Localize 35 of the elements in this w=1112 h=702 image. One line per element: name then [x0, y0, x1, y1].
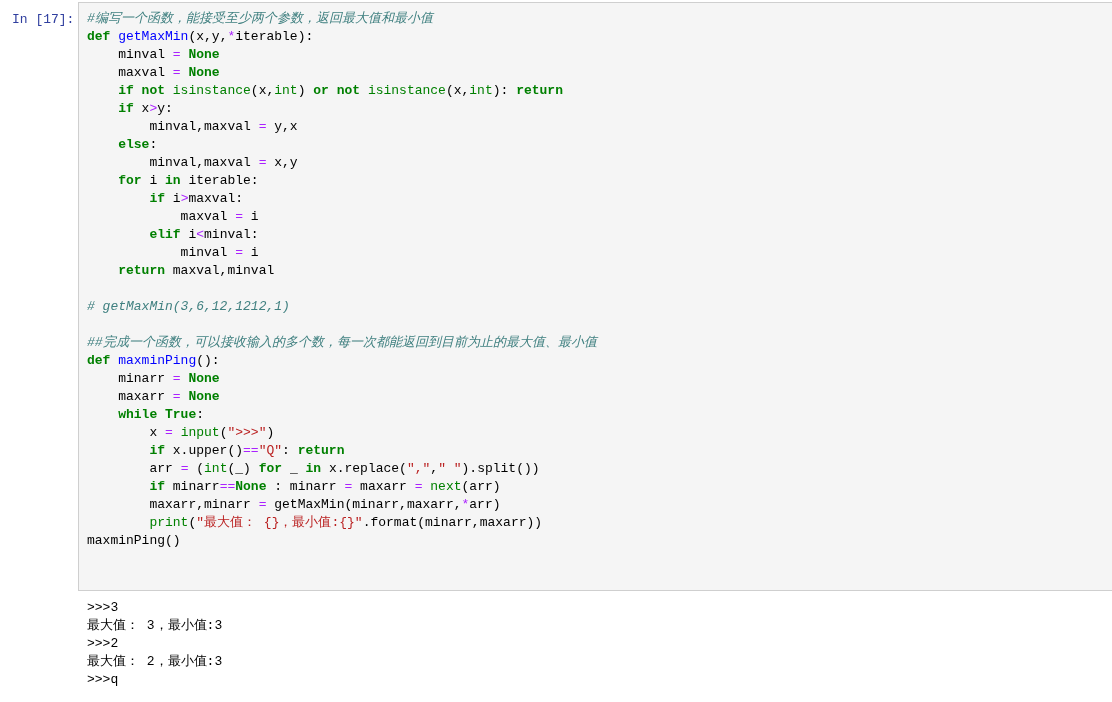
code-line: #编写一个函数，能接受至少两个参数，返回最大值和最小值: [87, 10, 433, 28]
code-line: minval = i: [179, 244, 259, 262]
code-line: maxminPing(): [87, 532, 181, 550]
code-line: while True:: [117, 406, 205, 424]
code-line: x = input(">>>"): [148, 424, 275, 442]
output-line: 最大值： 3，最小值:3: [87, 617, 223, 635]
input-prompt: In [17]:: [11, 11, 76, 29]
code-line: minval = None: [117, 46, 220, 64]
code-line: arr = (int(_) for _ in x.replace(","," ").split()): [148, 460, 540, 478]
code-line: # getMaxMin(3,6,12,1212,1): [87, 298, 290, 316]
code-line: elif i<minval:: [148, 226, 259, 244]
code-line: maxarr,minarr = getMaxMin(minarr,maxarr,*arr): [148, 496, 501, 514]
code-line: if x>y:: [117, 100, 173, 118]
code-line: return maxval,minval: [117, 262, 275, 280]
output-line: >>>q: [87, 671, 119, 689]
code-line: minval,maxval = x,y: [148, 154, 298, 172]
code-line: if x.upper()=="Q": return: [148, 442, 345, 460]
code-line: maxval = None: [117, 64, 220, 82]
code-line: if minarr==None : minarr = maxarr = next(arr): [148, 478, 501, 496]
code-line: def getMaxMin(x,y,*iterable):: [87, 28, 314, 46]
code-line: minval,maxval = y,x: [148, 118, 298, 136]
code-line: def maxminPing():: [87, 352, 220, 370]
code-editor[interactable]: [78, 2, 1112, 591]
code-line: maxarr = None: [117, 388, 220, 406]
code-line: for i in iterable:: [117, 172, 259, 190]
code-line: print("最大值： {}，最小值:{}".format(minarr,maxarr)): [148, 514, 543, 532]
output-line: 最大值： 2，最小值:3: [87, 653, 223, 671]
output-line: >>>3: [87, 599, 119, 617]
code-line: else:: [117, 136, 158, 154]
output-line: >>>2: [87, 635, 119, 653]
code-line: ##完成一个函数，可以接收输入的多个数，每一次都能返回到目前为止的最大值、最小值: [87, 334, 597, 352]
code-line: minarr = None: [117, 370, 220, 388]
code-line: maxval = i: [179, 208, 259, 226]
code-line: if not isinstance(x,int) or not isinstance(x,int): return: [117, 82, 563, 100]
code-line: if i>maxval:: [148, 190, 244, 208]
